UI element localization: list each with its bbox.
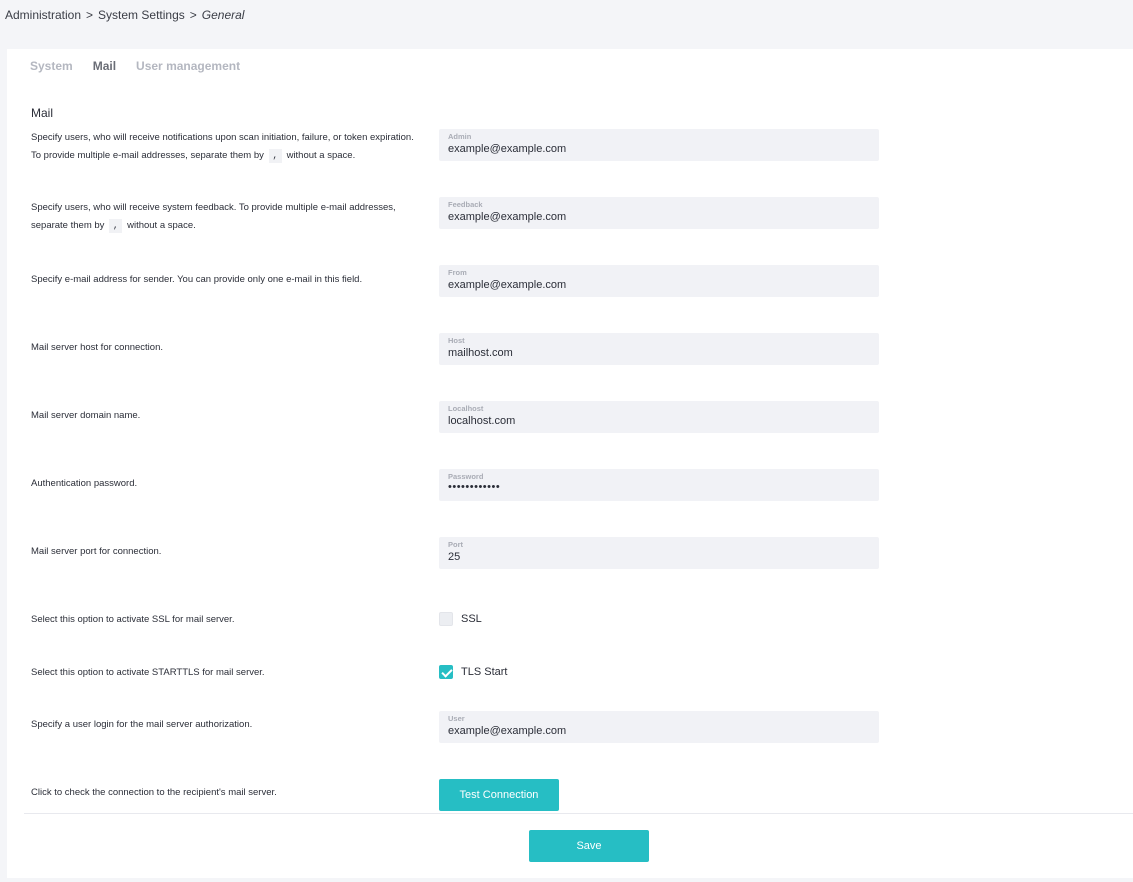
breadcrumb-item-administration[interactable]: Administration [5, 8, 81, 22]
ssl-checkbox[interactable] [439, 612, 453, 626]
admin-description: Specify users, who will receive notifica… [31, 129, 416, 165]
ssl-description: Select this option to activate SSL for m… [31, 614, 235, 625]
password-description: Authentication password. [31, 478, 138, 489]
user-field-value[interactable]: example@example.com [448, 725, 566, 737]
from-field[interactable]: From example@example.com [439, 265, 879, 297]
user-description: Specify a user login for the mail server… [31, 719, 253, 730]
feedback-field[interactable]: Feedback example@example.com [439, 197, 879, 229]
breadcrumb-separator: > [86, 8, 94, 22]
tls-description: Select this option to activate STARTTLS … [31, 667, 265, 678]
localhost-field-label: Localhost [448, 404, 484, 413]
save-button[interactable]: Save [529, 830, 649, 862]
tab-system[interactable]: System [30, 59, 73, 73]
section-title: Mail [31, 106, 54, 120]
breadcrumb-current: General [201, 8, 245, 22]
from-field-value[interactable]: example@example.com [448, 279, 566, 291]
tab-bar: System Mail User management [30, 59, 240, 73]
localhost-description: Mail server domain name. [31, 410, 141, 421]
from-field-label: From [448, 268, 467, 277]
port-description: Mail server port for connection. [31, 546, 162, 557]
tls-option[interactable]: TLS Start [439, 665, 507, 679]
feedback-description-text: Specify users, who will receive system f… [31, 202, 396, 231]
feedback-description-text-end: without a space. [127, 220, 196, 231]
admin-field-label: Admin [448, 132, 472, 141]
localhost-field[interactable]: Localhost localhost.com [439, 401, 879, 433]
admin-description-text-end: without a space. [286, 150, 356, 161]
settings-card: System Mail User management Mail Specify… [7, 49, 1133, 878]
host-field-label: Host [448, 336, 465, 345]
admin-field-value[interactable]: example@example.com [448, 143, 566, 155]
admin-description-text: Specify users, who will receive notifica… [31, 132, 414, 161]
port-field-value[interactable]: 25 [448, 551, 460, 563]
from-description: Specify e-mail address for sender. You c… [31, 274, 363, 285]
tab-mail[interactable]: Mail [93, 59, 116, 73]
tab-user-management[interactable]: User management [136, 59, 240, 73]
user-field[interactable]: User example@example.com [439, 711, 879, 743]
user-field-label: User [448, 714, 465, 723]
tls-label[interactable]: TLS Start [461, 666, 507, 678]
localhost-field-value[interactable]: localhost.com [448, 415, 515, 427]
password-field-label: Password [448, 472, 484, 481]
port-field-label: Port [448, 540, 463, 549]
breadcrumb: Administration > System Settings > General [5, 8, 244, 22]
separator-code: , [268, 149, 282, 163]
feedback-field-label: Feedback [448, 200, 483, 209]
feedback-description: Specify users, who will receive system f… [31, 199, 416, 235]
breadcrumb-separator: > [189, 8, 197, 22]
feedback-field-value[interactable]: example@example.com [448, 211, 566, 223]
tls-checkbox[interactable] [439, 665, 453, 679]
host-field[interactable]: Host mailhost.com [439, 333, 879, 365]
breadcrumb-item-system-settings[interactable]: System Settings [98, 8, 185, 22]
admin-field[interactable]: Admin example@example.com [439, 129, 879, 161]
host-field-value[interactable]: mailhost.com [448, 347, 513, 359]
test-connection-description: Click to check the connection to the rec… [31, 787, 277, 798]
password-field[interactable]: Password •••••••••••• [439, 469, 879, 501]
password-field-value[interactable]: •••••••••••• [448, 481, 500, 493]
host-description: Mail server host for connection. [31, 342, 164, 353]
ssl-label[interactable]: SSL [461, 613, 482, 625]
separator-code: , [109, 219, 123, 233]
footer-divider [24, 813, 1133, 814]
ssl-option[interactable]: SSL [439, 612, 482, 626]
port-field[interactable]: Port 25 [439, 537, 879, 569]
test-connection-button[interactable]: Test Connection [439, 779, 559, 811]
